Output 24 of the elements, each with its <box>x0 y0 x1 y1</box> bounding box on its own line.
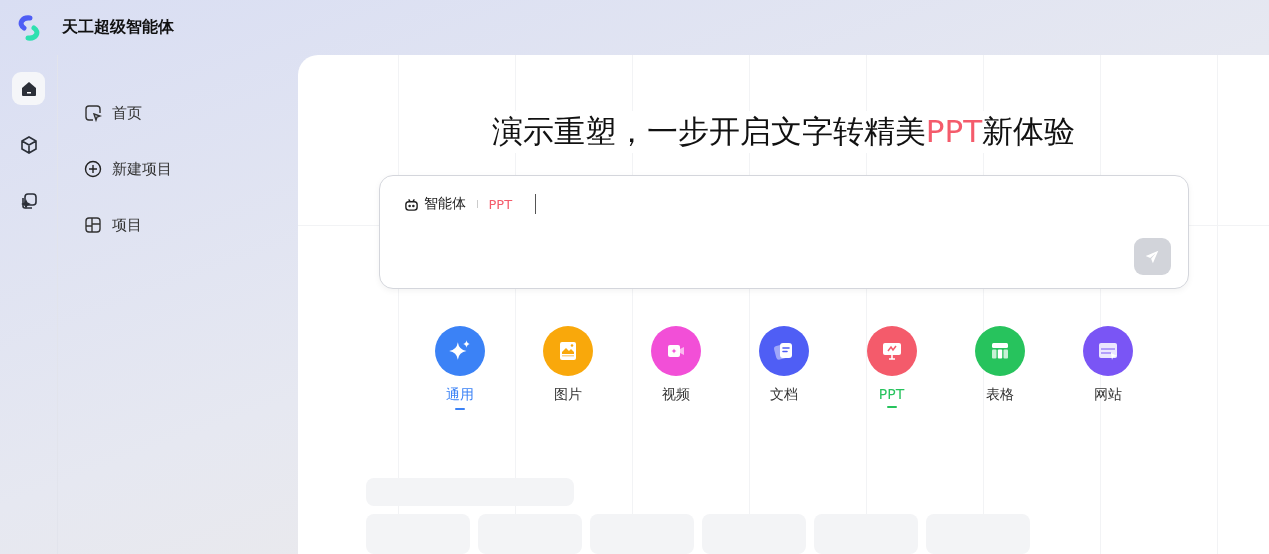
robot-icon <box>403 196 419 212</box>
pointer-icon <box>84 104 102 122</box>
nav-item[interactable]: 首页 <box>84 85 298 141</box>
nav-item[interactable]: 项目 <box>84 197 298 253</box>
category-label: 通用 <box>445 386 474 404</box>
grid-icon <box>84 216 102 234</box>
plus-icon <box>84 160 102 178</box>
category-label: 视频 <box>661 386 690 404</box>
headline: 演示重塑，一步开启文字转精美PPT新体验 <box>491 111 1076 153</box>
nav-item[interactable]: 新建项目 <box>84 141 298 197</box>
nav-label: 首页 <box>112 103 142 123</box>
category-label: PPT <box>878 386 905 402</box>
nav-label: 项目 <box>112 215 142 235</box>
agent-label: 智能体 <box>423 195 466 213</box>
cube-icon <box>18 134 39 155</box>
category-label: 文档 <box>769 386 798 404</box>
nav-label: 新建项目 <box>112 159 172 179</box>
text-cursor <box>535 194 537 214</box>
category-label: 表格 <box>985 386 1014 404</box>
home-button[interactable] <box>12 72 45 105</box>
category-label: 图片 <box>553 386 582 404</box>
category-label: 网站 <box>1093 386 1122 404</box>
app-name: 天工超级智能体 <box>62 17 174 38</box>
logo-icon <box>16 14 42 41</box>
